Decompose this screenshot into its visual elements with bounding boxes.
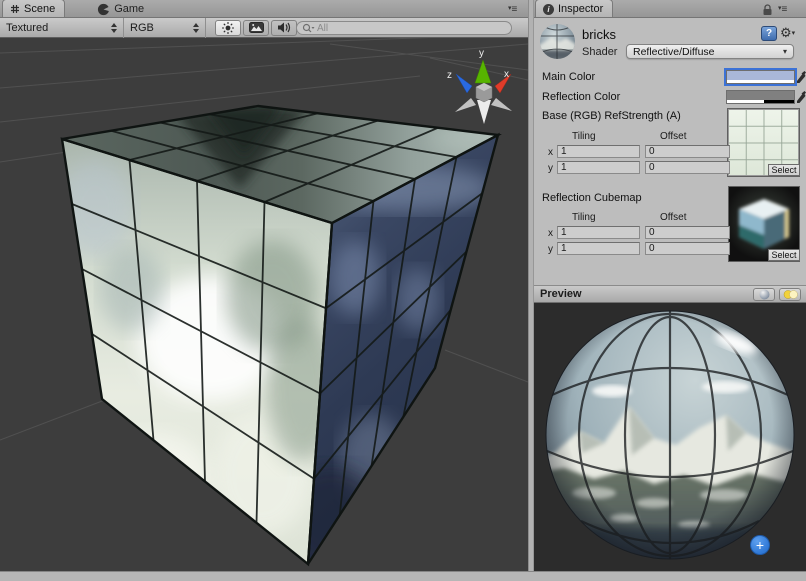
gizmo-z-label: z bbox=[447, 70, 452, 81]
menu-lines-icon: ≡ bbox=[511, 4, 518, 15]
base-map-label: Base (RGB) RefStrength (A) bbox=[542, 110, 681, 122]
scene-panel-menu-icon[interactable]: ▾≡ bbox=[508, 4, 517, 15]
window-bottom-strip bbox=[0, 571, 806, 581]
color-mode-dropdown[interactable]: RGB bbox=[124, 17, 206, 38]
preview-title: Preview bbox=[540, 288, 582, 300]
reflective-cube[interactable] bbox=[57, 104, 512, 570]
eyedropper-icon[interactable] bbox=[796, 90, 806, 104]
grid-icon bbox=[11, 5, 19, 13]
chevron-down-icon: ▾ bbox=[782, 47, 787, 56]
sphere-icon bbox=[759, 289, 769, 299]
help-button[interactable]: ? bbox=[761, 26, 777, 41]
scene-tabbar: Scene Game ▾≡ bbox=[0, 0, 528, 18]
sun-icon bbox=[222, 21, 234, 34]
menu-lines-icon: ≡ bbox=[781, 4, 788, 15]
image-icon bbox=[248, 22, 264, 33]
cubemap-select-button[interactable]: Select bbox=[768, 249, 800, 261]
material-thumbnail[interactable] bbox=[539, 23, 576, 60]
lighting-toggle-button[interactable] bbox=[215, 19, 241, 36]
scene-search-field[interactable] bbox=[296, 21, 512, 35]
row-y-label: y bbox=[548, 244, 553, 255]
info-icon: i bbox=[543, 3, 554, 15]
row-y-label: y bbox=[548, 163, 553, 174]
cubemap-offset-y-input[interactable] bbox=[645, 242, 730, 255]
base-offset-x-input[interactable] bbox=[645, 145, 730, 158]
axis-neg-cone[interactable] bbox=[477, 100, 491, 124]
tab-inspector[interactable]: i Inspector bbox=[535, 0, 614, 17]
material-preview-area[interactable]: + bbox=[534, 303, 806, 571]
gear-icon[interactable]: ⚙▾ bbox=[780, 25, 795, 41]
speaker-icon bbox=[278, 22, 291, 33]
search-icon bbox=[302, 23, 315, 32]
lights-icon bbox=[783, 289, 798, 299]
material-name: bricks bbox=[582, 27, 616, 42]
tiling-header: Tiling bbox=[572, 212, 596, 223]
scene-viewport[interactable]: y z x bbox=[0, 33, 529, 571]
tab-scene-label: Scene bbox=[24, 3, 56, 15]
draw-mode-dropdown[interactable]: Textured bbox=[0, 17, 124, 38]
plus-button[interactable]: + bbox=[750, 535, 770, 555]
scene-panel: Scene Game ▾≡ Textured RGB All y z x bbox=[0, 0, 529, 571]
cubemap-label: Reflection Cubemap bbox=[542, 192, 642, 204]
main-color-label: Main Color bbox=[542, 71, 596, 83]
color-mode-value: RGB bbox=[130, 21, 154, 34]
cubemap-tiling-y-input[interactable] bbox=[557, 242, 640, 255]
tab-scene[interactable]: Scene bbox=[2, 0, 66, 17]
search-input[interactable] bbox=[317, 22, 487, 34]
base-offset-y-input[interactable] bbox=[645, 161, 730, 174]
tab-game-label: Game bbox=[114, 3, 145, 15]
main-color-swatch[interactable] bbox=[724, 68, 797, 86]
inspector-panel-menu-icon[interactable]: ▾≡ bbox=[778, 4, 787, 15]
shader-label: Shader bbox=[582, 46, 618, 58]
cubemap-offset-x-input[interactable] bbox=[645, 226, 730, 239]
skybox-toggle-button[interactable] bbox=[243, 19, 269, 36]
row-x-label: x bbox=[548, 228, 553, 239]
axis-neg-cone[interactable] bbox=[491, 98, 512, 111]
base-tiling-y-input[interactable] bbox=[557, 161, 640, 174]
unity-editor-window: Scene Game ▾≡ Textured RGB All y z x i I… bbox=[0, 0, 806, 581]
preview-light-button[interactable] bbox=[779, 287, 801, 301]
offset-header: Offset bbox=[660, 131, 687, 142]
offset-header: Offset bbox=[660, 212, 687, 223]
scene-toolbar: Textured RGB bbox=[0, 17, 528, 38]
audio-toggle-button[interactable] bbox=[271, 19, 297, 36]
render-toggle-group bbox=[214, 19, 298, 36]
gizmo-y-label: y bbox=[479, 48, 484, 59]
gizmo-x-label: x bbox=[504, 69, 509, 80]
inspector-panel: i Inspector ▾≡ bricks Shader Reflective/… bbox=[534, 0, 806, 571]
updown-arrows-icon bbox=[193, 22, 199, 33]
shader-dropdown[interactable]: Reflective/Diffuse ▾ bbox=[626, 44, 794, 59]
scene-orientation-gizmo[interactable]: y z x bbox=[447, 48, 512, 124]
tiling-header: Tiling bbox=[572, 131, 596, 142]
tab-game[interactable]: Game bbox=[89, 0, 154, 17]
base-tiling-x-input[interactable] bbox=[557, 145, 640, 158]
base-select-button[interactable]: Select bbox=[768, 164, 800, 176]
lock-icon[interactable] bbox=[762, 4, 773, 16]
scene-canvas: y z x bbox=[0, 33, 529, 570]
axis-z-cone[interactable] bbox=[455, 73, 473, 94]
cubemap-tiling-x-input[interactable] bbox=[557, 226, 640, 239]
draw-mode-value: Textured bbox=[6, 21, 49, 34]
preview-shape-button[interactable] bbox=[753, 287, 775, 301]
game-icon bbox=[98, 3, 111, 15]
shader-value: Reflective/Diffuse bbox=[633, 45, 715, 58]
inspector-tabbar: i Inspector ▾≡ bbox=[534, 0, 806, 18]
reflection-color-swatch[interactable] bbox=[726, 90, 795, 104]
row-x-label: x bbox=[548, 147, 553, 158]
reflection-color-label: Reflection Color bbox=[542, 91, 621, 103]
updown-arrows-icon bbox=[111, 22, 117, 33]
eyedropper-icon[interactable] bbox=[796, 70, 806, 84]
tab-inspector-label: Inspector bbox=[558, 3, 604, 15]
preview-sphere-render bbox=[545, 310, 795, 560]
preview-header[interactable]: Preview bbox=[534, 285, 806, 303]
axis-neg-cone[interactable] bbox=[455, 98, 476, 112]
